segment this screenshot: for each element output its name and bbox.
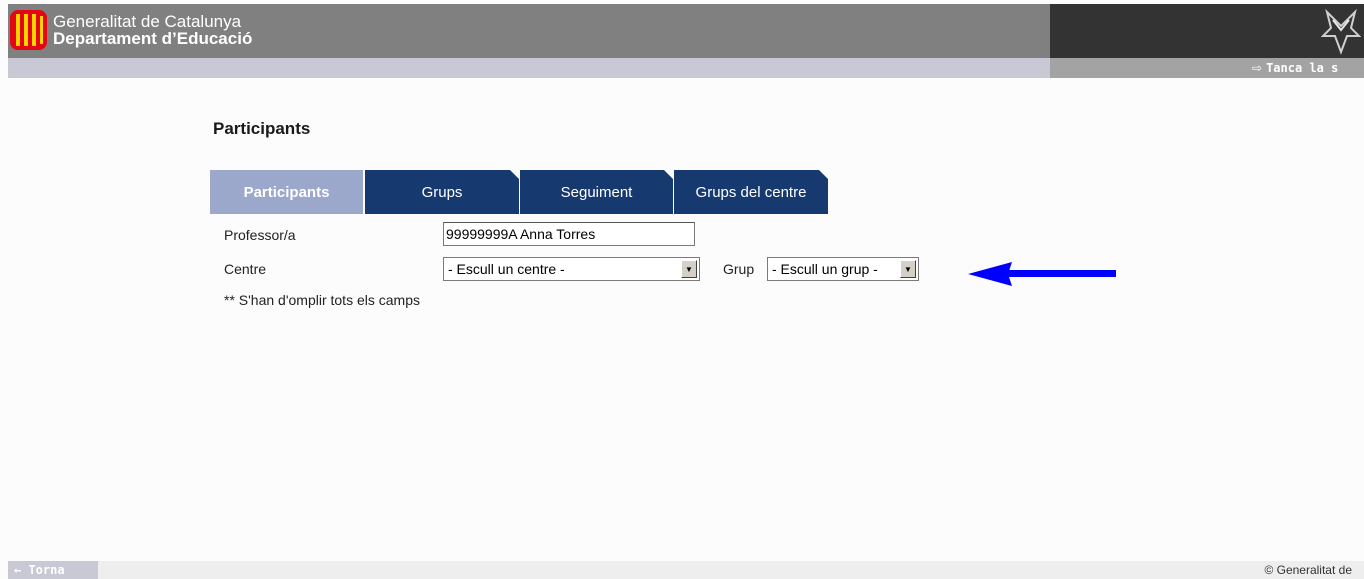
header-dark-panel [1050,4,1364,58]
brand-line-1: Generalitat de Catalunya [53,12,242,31]
brand-line-2: Departament d’Educació [53,29,253,48]
centre-select-value: - Escull un centre - [448,261,565,277]
centre-select[interactable]: - Escull un centre - ▼ [443,257,700,281]
required-fields-note: ** S'han d'omplir tots els camps [224,292,420,308]
annotation-arrow-icon [968,262,1118,286]
grup-label: Grup [723,261,755,277]
professor-input[interactable] [443,222,695,246]
professor-label: Professor/a [224,227,296,243]
brand-title: Generalitat de Catalunya Departament d’E… [53,13,252,47]
page-title: Participants [213,119,311,138]
grup-select-value: - Escull un grup - [772,261,878,277]
copyright-text: © Generalitat de [1264,563,1352,577]
chevron-down-icon[interactable]: ▼ [681,260,697,278]
tab-participants[interactable]: Participants [210,170,363,214]
logout-link[interactable]: ⇨ Tanca la s [1252,61,1338,75]
header-subbar [8,58,1050,78]
logout-label: Tanca la s [1266,61,1339,75]
tab-grups[interactable]: Grups [365,170,519,214]
emblem-icon [1320,8,1362,56]
exit-arrow-icon: ⇨ [1252,61,1263,75]
back-button[interactable]: ← Torna [8,561,98,579]
footer-bar [8,561,1364,579]
centre-label: Centre [224,261,267,277]
tab-seguiment[interactable]: Seguiment [520,170,673,214]
chevron-down-icon[interactable]: ▼ [900,260,916,278]
tab-grups-del-centre[interactable]: Grups del centre [674,170,828,214]
grup-select[interactable]: - Escull un grup - ▼ [767,257,919,281]
generalitat-logo-icon [10,10,47,50]
